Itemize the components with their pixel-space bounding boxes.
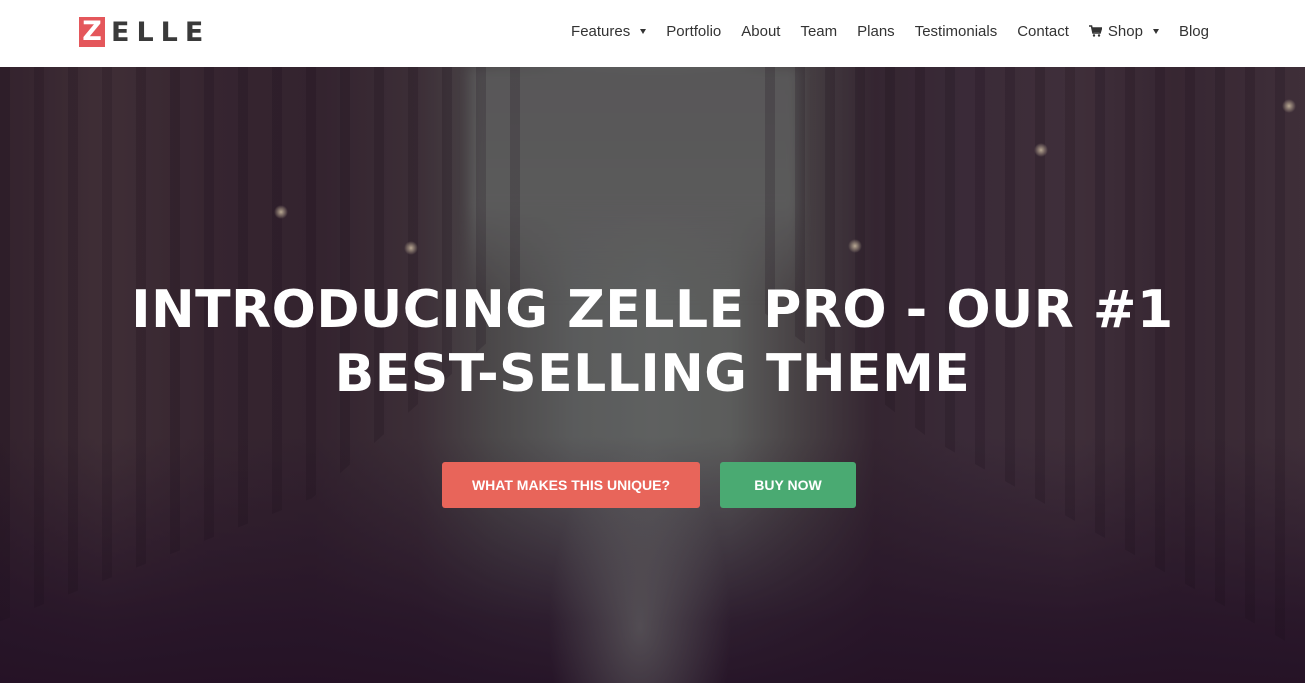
- nav-item-portfolio[interactable]: Portfolio: [666, 23, 721, 40]
- caret-down-icon: [1152, 29, 1159, 34]
- nav-label: Plans: [857, 22, 895, 40]
- nav-label: Features: [571, 22, 631, 40]
- hero-section: INTRODUCING ZELLE PRO - OUR #1 BEST-SELL…: [0, 67, 1305, 683]
- nav-item-shop[interactable]: Shop: [1088, 22, 1159, 40]
- nav-label: Testimonials: [914, 22, 998, 40]
- nav-item-about[interactable]: About: [741, 23, 780, 40]
- cart-icon: [1088, 25, 1102, 37]
- hero-title-line-2: BEST-SELLING THEME: [334, 344, 971, 404]
- nav-label: Blog: [1178, 22, 1209, 40]
- nav-label: About: [741, 22, 781, 40]
- nav-item-blog[interactable]: Blog: [1179, 23, 1209, 40]
- nav-label: Portfolio: [666, 22, 722, 40]
- nav-label: Contact: [1017, 22, 1069, 40]
- logo-text: ELLE: [111, 16, 211, 48]
- nav-label: Team: [800, 22, 838, 40]
- nav-item-plans[interactable]: Plans: [857, 23, 895, 40]
- nav-item-team[interactable]: Team: [800, 23, 837, 40]
- what-makes-this-unique-button[interactable]: WHAT MAKES THIS UNIQUE?: [442, 462, 700, 508]
- nav-label: Shop: [1107, 22, 1143, 40]
- nav-item-features[interactable]: Features: [571, 22, 647, 40]
- logo[interactable]: Z ELLE: [79, 16, 211, 48]
- logo-mark: Z: [79, 17, 105, 47]
- caret-down-icon: [640, 29, 647, 34]
- hero-title-line-1: INTRODUCING ZELLE PRO - OUR #1: [131, 280, 1174, 340]
- nav-item-testimonials[interactable]: Testimonials: [915, 23, 998, 40]
- buy-now-button[interactable]: BUY NOW: [720, 462, 856, 508]
- main-nav: Features Portfolio About Team Plans Test…: [571, 0, 1209, 62]
- hero-title: INTRODUCING ZELLE PRO - OUR #1 BEST-SELL…: [0, 278, 1305, 406]
- nav-item-contact[interactable]: Contact: [1017, 23, 1069, 40]
- site-header: Z ELLE Features Portfolio About Team Pla…: [0, 0, 1305, 67]
